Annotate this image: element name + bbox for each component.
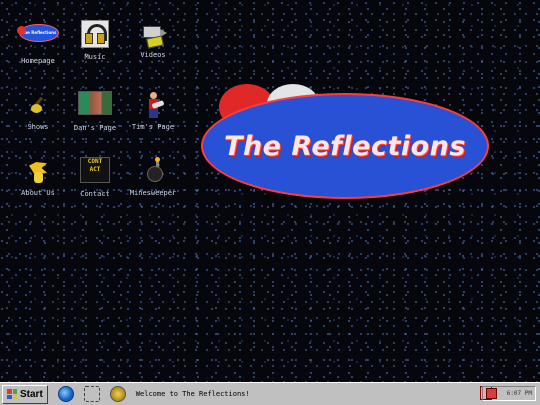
guitar-icon [21, 90, 55, 120]
contact-tile-icon: CONT ACT [78, 157, 112, 187]
music-icon[interactable]: Music [63, 18, 127, 61]
contact-tile-text: CONT ACT [80, 157, 110, 183]
guitarist-icon [136, 90, 170, 120]
bomb-icon [136, 156, 170, 186]
contact-icon[interactable]: CONT ACT Contact [63, 154, 127, 198]
headphones-icon [78, 20, 112, 50]
mini-logo-text: The Reflections [21, 30, 57, 35]
dans-page-icon[interactable]: Dan's Page [63, 88, 127, 132]
videos-icon[interactable]: Videos [121, 18, 185, 59]
desktop: The Reflections Homepage Music Videos Sh… [0, 0, 540, 382]
icon-label: About Us [21, 189, 55, 197]
about-us-icon[interactable]: About Us [6, 156, 70, 197]
icon-label: Videos [140, 51, 166, 59]
icon-label: Homepage [21, 57, 55, 65]
icon-label: Dan's Page [73, 124, 117, 132]
band-logo-text: The Reflections [224, 130, 466, 162]
gear-icon[interactable] [109, 386, 126, 402]
video-tape-icon[interactable] [83, 386, 100, 402]
windows-logo-icon [7, 389, 17, 399]
photo-icon [78, 91, 112, 121]
band-logo: The Reflections [201, 93, 489, 199]
volume-icon[interactable] [486, 388, 497, 399]
icon-label: Tim's Page [131, 123, 175, 131]
welcome-message: Welcome to The Reflections! [135, 390, 250, 398]
icon-label: Minesweeper [129, 189, 177, 197]
icon-label: Shows [27, 123, 49, 131]
taskbar: Start Welcome to The Reflections! 6:07 P… [0, 382, 540, 405]
homepage-logo-icon: The Reflections [17, 24, 59, 54]
hedgehog-icon [21, 156, 55, 186]
minesweeper-icon[interactable]: Minesweeper [121, 156, 185, 197]
icon-label: Music [84, 53, 106, 61]
icon-label: Contact [80, 190, 110, 198]
clock: 6:07 PM [506, 390, 532, 397]
homepage-icon[interactable]: The Reflections Homepage [6, 18, 70, 65]
tims-page-icon[interactable]: Tim's Page [121, 90, 185, 131]
shows-icon[interactable]: Shows [6, 90, 70, 131]
start-button[interactable]: Start [2, 384, 48, 404]
camera-icon [136, 18, 170, 49]
internet-explorer-icon[interactable] [57, 386, 74, 402]
start-label: Start [20, 388, 43, 400]
system-tray: 6:07 PM [482, 386, 536, 401]
